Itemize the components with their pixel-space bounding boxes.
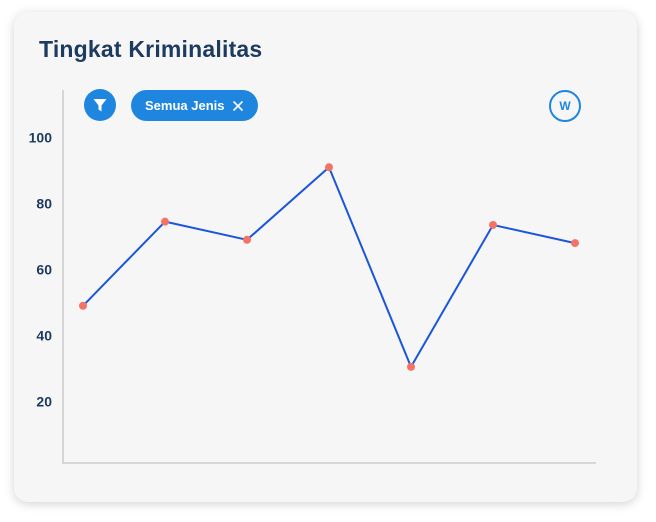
y-tick-label-100: 100: [29, 130, 53, 146]
data-point-5[interactable]: [407, 362, 415, 371]
series-line-0: [82, 166, 576, 368]
series-points: [79, 163, 579, 371]
data-point-4[interactable]: [325, 163, 333, 172]
y-tick-label-80: 80: [36, 196, 52, 212]
y-tick-label-20: 20: [36, 394, 52, 410]
y-tick-label-60: 60: [36, 262, 52, 278]
data-point-1[interactable]: [79, 301, 87, 310]
data-point-2[interactable]: [161, 217, 169, 226]
data-point-6[interactable]: [489, 220, 497, 229]
series-lines: [82, 166, 576, 368]
y-tick-label-40: 40: [36, 328, 52, 344]
data-point-7[interactable]: [571, 239, 579, 248]
y-tick-labels: 20 40 60 80 100: [29, 130, 53, 410]
data-point-3[interactable]: [243, 235, 251, 244]
line-chart: 20 40 60 80 100: [29, 90, 596, 464]
